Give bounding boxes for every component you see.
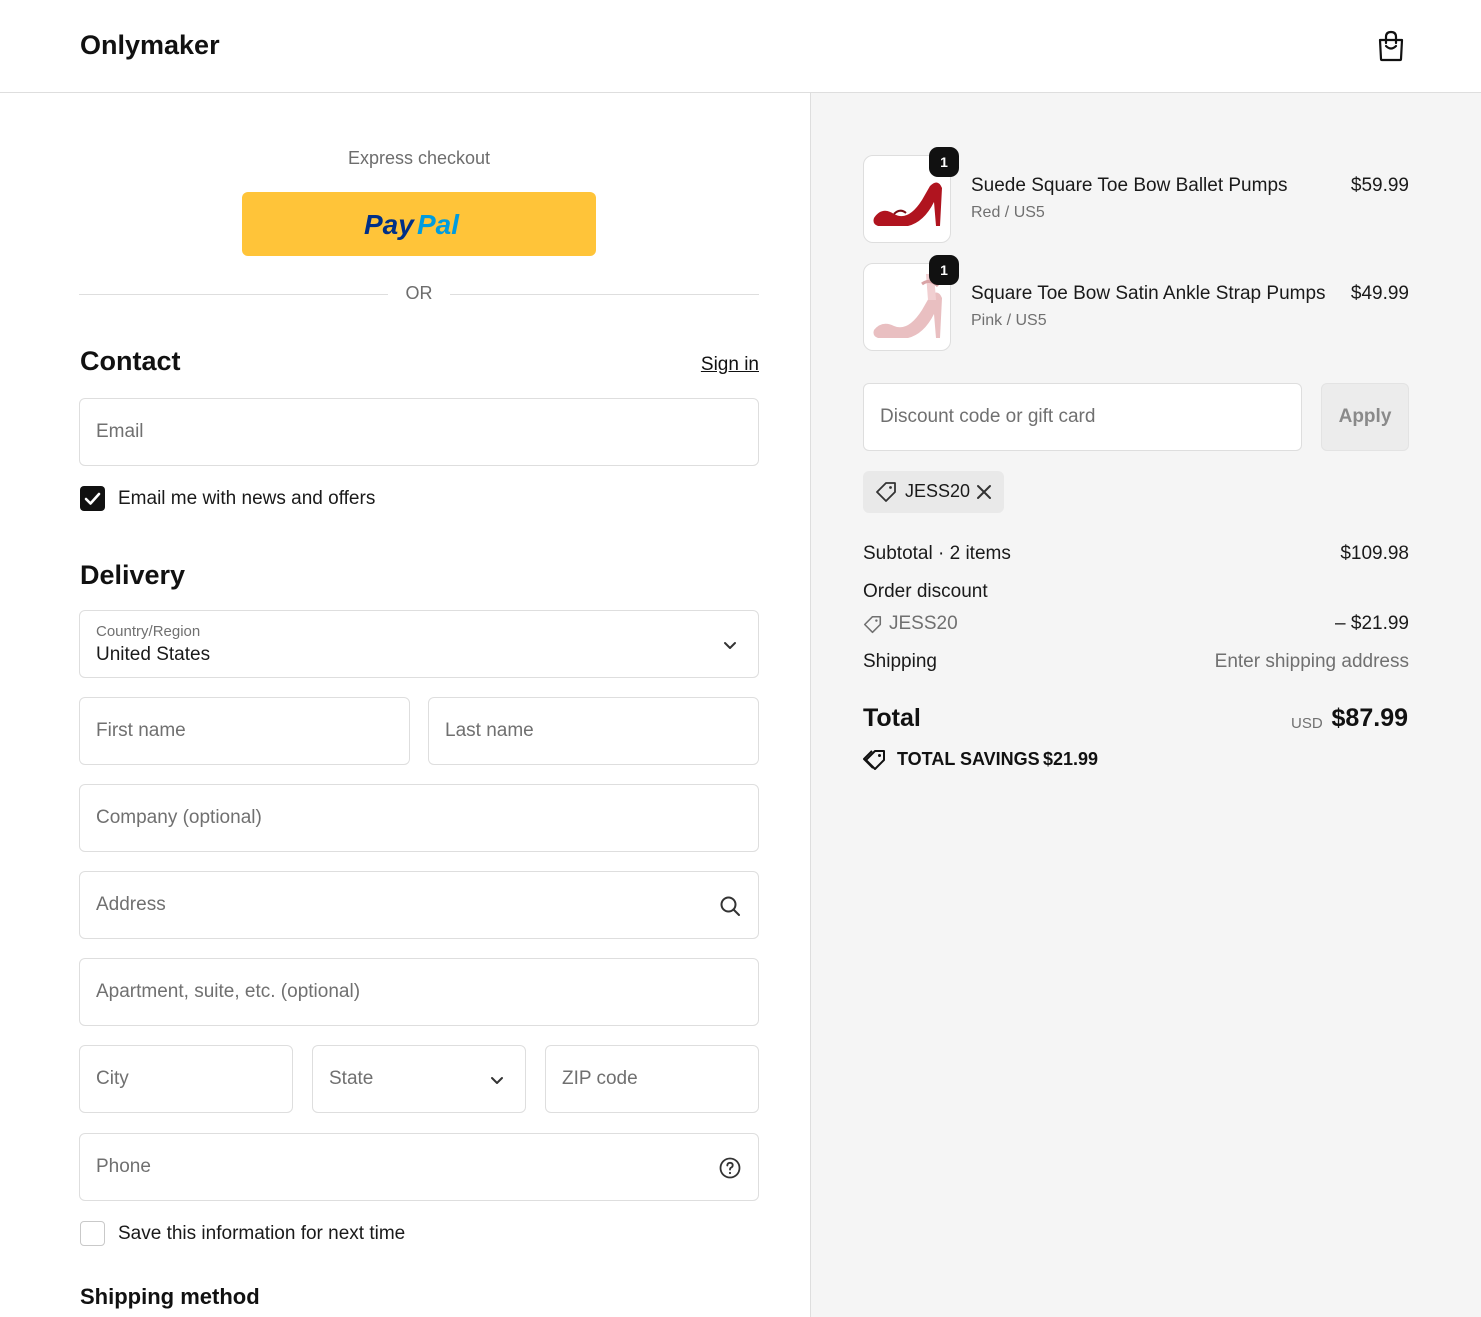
chevron-down-icon	[724, 642, 736, 649]
quantity-badge: 1	[929, 255, 959, 285]
country-select[interactable]: Country/Region United States	[79, 610, 759, 678]
discount-code-input[interactable]: Discount code or gift card	[863, 383, 1302, 451]
checkmark-icon	[84, 492, 101, 505]
apply-discount-button[interactable]: Apply	[1321, 383, 1409, 451]
product-price: $49.99	[1350, 283, 1409, 304]
email-placeholder: Email	[96, 421, 144, 442]
savings-value: $21.99	[1043, 749, 1099, 769]
savings-label: TOTAL SAVINGS	[897, 749, 1040, 769]
apartment-field[interactable]: Apartment, suite, etc. (optional)	[79, 958, 759, 1026]
svg-text:Pay: Pay	[364, 209, 415, 240]
paypal-logo-icon: Pay Pal	[364, 209, 460, 240]
chevron-down-icon	[491, 1077, 503, 1084]
quantity-badge: 1	[929, 147, 959, 177]
contact-title: Contact	[80, 346, 181, 376]
or-divider: OR	[79, 283, 759, 305]
first-name-field[interactable]: First name	[79, 697, 410, 765]
cart-item: 1 Square Toe Bow Satin Ankle Strap Pumps…	[863, 255, 1409, 353]
order-summary-column: 1 Suede Square Toe Bow Ballet Pumps Red …	[810, 93, 1481, 1317]
company-placeholder: Company (optional)	[96, 807, 262, 828]
product-name: Square Toe Bow Satin Ankle Strap Pumps	[971, 283, 1326, 304]
total-value: $87.99	[1331, 704, 1408, 732]
zip-placeholder: ZIP code	[562, 1068, 638, 1089]
state-select[interactable]: State	[312, 1045, 526, 1113]
subtotal-row: Subtotal · 2 items $109.98	[863, 543, 1409, 565]
news-checkbox[interactable]	[80, 486, 105, 511]
express-checkout-label: Express checkout	[347, 148, 491, 168]
site-header: Onlymaker	[0, 0, 1481, 93]
or-text: OR	[405, 283, 433, 303]
discount-placeholder: Discount code or gift card	[880, 406, 1096, 427]
paypal-button[interactable]: Pay Pal	[242, 192, 596, 256]
search-icon[interactable]	[718, 894, 742, 918]
delivery-title: Delivery	[80, 560, 186, 590]
country-value: United States	[96, 644, 211, 665]
city-field[interactable]: City	[79, 1045, 293, 1113]
phone-field[interactable]: Phone	[79, 1133, 759, 1201]
currency-code: USD	[1291, 715, 1323, 732]
last-name-field[interactable]: Last name	[428, 697, 759, 765]
news-checkbox-label: Email me with news and offers	[118, 488, 376, 509]
shopping-bag-icon[interactable]	[1376, 30, 1406, 62]
applied-discount-chip: JESS20	[863, 471, 1004, 513]
city-placeholder: City	[96, 1068, 129, 1089]
close-icon[interactable]	[974, 482, 994, 502]
brand-logo[interactable]: Onlymaker	[80, 30, 220, 61]
product-variant: Red / US5	[971, 204, 1045, 221]
total-label: Total	[863, 704, 921, 732]
state-placeholder: State	[329, 1068, 374, 1089]
tag-icon	[876, 482, 896, 502]
save-info-label: Save this information for next time	[118, 1223, 406, 1244]
shipping-method-title: Shipping method	[80, 1284, 260, 1309]
company-field[interactable]: Company (optional)	[79, 784, 759, 852]
zip-field[interactable]: ZIP code	[545, 1045, 759, 1113]
address-placeholder: Address	[96, 894, 166, 915]
help-circle-icon[interactable]	[718, 1156, 742, 1180]
applied-discount-code: JESS20	[905, 481, 971, 501]
tag-icon	[863, 615, 882, 634]
discount-value: – $21.99	[1335, 613, 1409, 634]
product-price: $59.99	[1350, 175, 1409, 196]
discount-code-text: JESS20	[889, 613, 958, 634]
tag-icon	[863, 750, 885, 770]
email-field[interactable]: Email	[79, 398, 759, 466]
checkout-form-column: Express checkout Pay Pal OR Contact Sign…	[0, 93, 810, 1317]
product-variant: Pink / US5	[971, 312, 1047, 329]
apartment-placeholder: Apartment, suite, etc. (optional)	[96, 981, 361, 1002]
subtotal-label: Subtotal · 2 items	[863, 543, 1011, 564]
shipping-value: Enter shipping address	[1214, 651, 1409, 672]
subtotal-value: $109.98	[1340, 543, 1409, 564]
save-info-checkbox[interactable]	[80, 1221, 105, 1246]
order-discount-row: Order discount	[863, 581, 1409, 603]
svg-text:Pal: Pal	[417, 209, 460, 240]
country-label: Country/Region	[96, 623, 201, 640]
sign-in-link[interactable]: Sign in	[640, 354, 759, 376]
first-name-placeholder: First name	[96, 720, 186, 741]
product-name: Suede Square Toe Bow Ballet Pumps	[971, 175, 1288, 196]
last-name-placeholder: Last name	[445, 720, 534, 741]
address-field[interactable]: Address	[79, 871, 759, 939]
cart-item: 1 Suede Square Toe Bow Ballet Pumps Red …	[863, 147, 1409, 245]
order-discount-label: Order discount	[863, 581, 988, 602]
shipping-row: Shipping Enter shipping address	[863, 651, 1409, 673]
phone-placeholder: Phone	[96, 1156, 151, 1177]
shipping-label: Shipping	[863, 651, 937, 672]
